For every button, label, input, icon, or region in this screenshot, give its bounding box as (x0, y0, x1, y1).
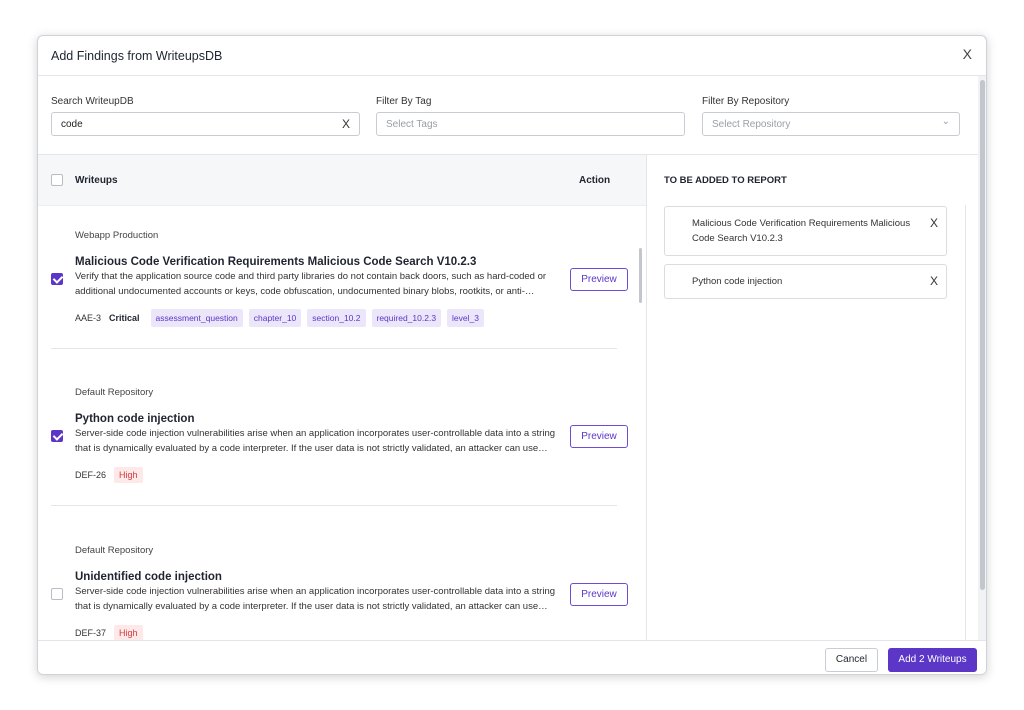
report-title: TO BE ADDED TO REPORT (664, 175, 787, 186)
item-id: DEF-37 (75, 628, 107, 638)
chevron-down-icon: ⌄ (941, 116, 950, 127)
tag-badge: section_10.2 (307, 309, 366, 327)
item-checkbox[interactable] (51, 588, 63, 600)
item-description: Server-side code injection vulnerabiliti… (75, 586, 556, 612)
item-id: AAE-3 (75, 313, 102, 323)
tag-badge: chapter_10 (248, 309, 302, 327)
severity-badge: Critical (109, 313, 140, 323)
search-label: Search WriteupDB (51, 96, 134, 107)
modal-title: Add Findings from WriteupsDB (51, 49, 223, 63)
item-title: Unidentified code injection (75, 571, 222, 583)
select-all-checkbox[interactable] (51, 174, 63, 186)
tag-filter-select[interactable]: Select Tags (376, 112, 685, 136)
modal-scrollbar-thumb[interactable] (980, 80, 985, 590)
item-description: Verify that the application source code … (75, 271, 547, 297)
search-value: code (61, 119, 83, 130)
modal-footer: Cancel Add 2 Writeups (38, 640, 986, 674)
remove-icon[interactable]: X (930, 216, 938, 231)
item-repository: Default Repository (75, 545, 154, 556)
list-header: Writeups Action (38, 155, 646, 206)
added-writeup-card: Python code injection X (664, 264, 947, 299)
report-panel: TO BE ADDED TO REPORT Malicious Code Ver… (647, 155, 977, 640)
add-findings-modal: Add Findings from WriteupsDB X Search Wr… (37, 35, 987, 675)
item-repository: Default Repository (75, 387, 154, 398)
repository-filter-select[interactable]: Select Repository ⌄ (702, 112, 960, 136)
item-meta: DEF-26 High (75, 466, 143, 484)
add-writeups-button[interactable]: Add 2 Writeups (888, 648, 977, 672)
item-meta: DEF-37 High (75, 624, 143, 640)
item-checkbox[interactable] (51, 273, 63, 285)
tag-badge: assessment_question (150, 309, 243, 327)
severity-badge: High (114, 467, 143, 483)
modal-header: Add Findings from WriteupsDB X (38, 36, 986, 76)
item-title: Malicious Code Verification Requirements… (75, 256, 477, 268)
item-divider (51, 348, 617, 349)
item-checkbox[interactable] (51, 430, 63, 442)
column-writeups: Writeups (75, 175, 118, 186)
column-action: Action (579, 175, 611, 186)
item-id: DEF-26 (75, 470, 107, 480)
added-writeup-label: Python code injection (692, 276, 783, 287)
cancel-button[interactable]: Cancel (825, 648, 878, 672)
report-panel-edge (965, 205, 966, 640)
item-divider (51, 505, 617, 506)
preview-button[interactable]: Preview (570, 268, 628, 291)
close-icon[interactable]: X (963, 46, 972, 62)
item-description: Server-side code injection vulnerabiliti… (75, 428, 556, 454)
item-meta: AAE-3 Critical assessment_question chapt… (75, 309, 484, 327)
list-scrollbar[interactable] (639, 248, 642, 303)
item-title: Python code injection (75, 413, 195, 425)
added-writeup-card: Malicious Code Verification Requirements… (664, 206, 947, 256)
added-writeup-label: Malicious Code Verification Requirements… (692, 218, 911, 244)
item-repository: Webapp Production (75, 230, 159, 241)
tag-filter-placeholder: Select Tags (386, 119, 438, 130)
severity-badge: High (114, 625, 143, 640)
preview-button[interactable]: Preview (570, 583, 628, 606)
clear-search-icon[interactable]: X (342, 117, 350, 131)
tag-filter-label: Filter By Tag (376, 96, 432, 107)
repository-filter-label: Filter By Repository (702, 96, 790, 107)
tag-badge: required_10.2.3 (371, 309, 442, 327)
preview-button[interactable]: Preview (570, 425, 628, 448)
search-input[interactable]: code X (51, 112, 360, 136)
remove-icon[interactable]: X (930, 274, 938, 289)
writeups-list: Writeups Action Webapp Production Malici… (38, 155, 646, 640)
repository-filter-placeholder: Select Repository (712, 119, 791, 130)
tag-badge: level_3 (447, 309, 484, 327)
